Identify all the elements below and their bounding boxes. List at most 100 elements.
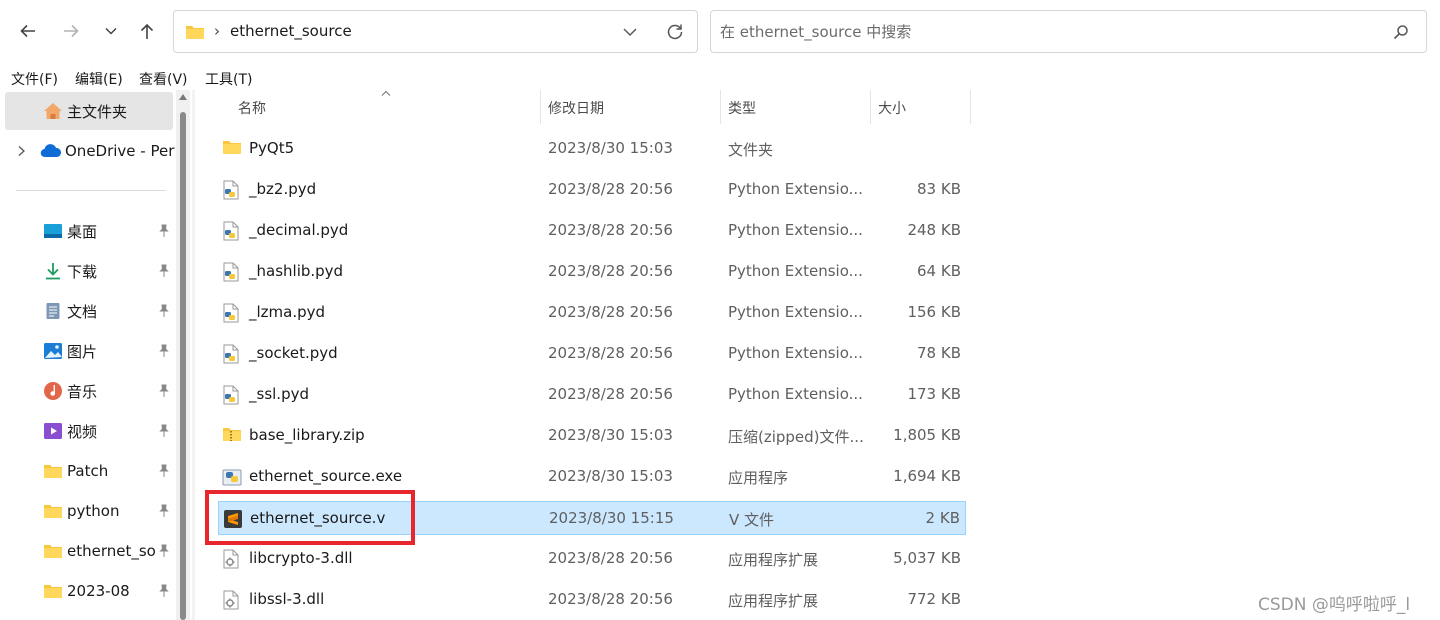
search-input[interactable]: [720, 22, 1360, 42]
menu-edit[interactable]: 编辑(E): [75, 69, 123, 89]
folder-icon: [42, 501, 64, 521]
pane-splitter[interactable]: [192, 90, 195, 620]
file-row[interactable]: _bz2.pyd 2023/8/28 20:56 Python Extensio..…: [218, 173, 966, 207]
file-name: _bz2.pyd: [249, 180, 317, 198]
file-modified-date: 2023/8/28 20:56: [548, 385, 673, 403]
nav-item-onedrive[interactable]: OneDrive - Per: [14, 131, 174, 171]
file-size: 2 KB: [925, 509, 960, 527]
arrow-right-icon: [64, 24, 79, 38]
file-row[interactable]: PyQt5 2023/8/30 15:03 文件夹: [218, 132, 966, 166]
file-size: 1,694 KB: [893, 467, 961, 485]
file-name: libssl-3.dll: [249, 590, 325, 608]
file-type: 应用程序扩展: [728, 551, 819, 569]
breadcrumb-current[interactable]: ethernet_source: [230, 22, 352, 40]
nav-item-videos[interactable]: 视频: [42, 411, 97, 451]
file-modified-date: 2023/8/30 15:03: [548, 139, 673, 157]
file-row[interactable]: libcrypto-3.dll 2023/8/28 20:56 应用程序扩展 5,03…: [218, 542, 966, 576]
column-header-row: 名称 修改日期 类型 大小: [196, 90, 976, 124]
refresh-icon[interactable]: [665, 22, 685, 42]
breadcrumb-separator: ›: [214, 22, 220, 40]
column-header-date[interactable]: 修改日期: [548, 98, 604, 118]
column-divider[interactable]: [540, 90, 541, 124]
nav-item-desktop[interactable]: 桌面: [42, 211, 97, 251]
file-row[interactable]: base_library.zip 2023/8/30 15:03 压缩(zipped…: [218, 419, 966, 453]
python-file-icon: [222, 262, 242, 282]
file-row[interactable]: _socket.pyd 2023/8/28 20:56 Python Extensi…: [218, 337, 966, 371]
up-button[interactable]: [132, 16, 162, 46]
home-icon: [42, 101, 64, 121]
file-row[interactable]: _decimal.pyd 2023/8/28 20:56 Python Extens…: [218, 214, 966, 248]
file-row[interactable]: ethernet_source.exe 2023/8/30 15:03 应用程序 1,…: [218, 460, 966, 494]
nav-item-home[interactable]: 主文件夹: [42, 91, 127, 131]
file-row[interactable]: _hashlib.pyd 2023/8/28 20:56 Python Extens…: [218, 255, 966, 289]
nav-item-2023-08[interactable]: 2023-08: [42, 571, 130, 611]
pin-icon[interactable]: [157, 304, 171, 318]
nav-item-ethernet-source[interactable]: ethernet_so: [42, 531, 156, 571]
file-type: 文件夹: [728, 141, 774, 159]
nav-item-downloads[interactable]: 下载: [42, 251, 97, 291]
zip-folder-icon: [222, 426, 242, 446]
file-name: _hashlib.pyd: [249, 262, 344, 280]
dll-icon: [222, 549, 242, 569]
file-size: 772 KB: [907, 590, 961, 608]
python-file-icon: [222, 180, 242, 200]
pin-icon[interactable]: [157, 264, 171, 278]
menu-tools[interactable]: 工具(T): [205, 69, 252, 89]
pin-icon[interactable]: [157, 424, 171, 438]
nav-item-patch[interactable]: Patch: [42, 451, 108, 491]
file-type: Python Extensio...: [728, 262, 863, 280]
file-row[interactable]: _lzma.pyd 2023/8/28 20:56 Python Extensio.…: [218, 296, 966, 330]
file-type: 压缩(zipped)文件...: [728, 428, 864, 446]
file-row[interactable]: _ssl.pyd 2023/8/28 20:56 Python Extensio..…: [218, 378, 966, 412]
chevron-right-icon[interactable]: [14, 144, 28, 158]
pin-icon[interactable]: [157, 584, 171, 598]
nav-scrollbar[interactable]: [176, 90, 190, 620]
toolbar: › ethernet_source: [0, 0, 1440, 64]
column-divider[interactable]: [970, 90, 971, 124]
menu-view[interactable]: 查看(V): [139, 69, 188, 89]
address-bar[interactable]: › ethernet_source: [173, 10, 698, 53]
pin-icon[interactable]: [157, 384, 171, 398]
file-name: _lzma.pyd: [249, 303, 326, 321]
nav-item-documents[interactable]: 文档: [42, 291, 97, 331]
nav-item-music[interactable]: 音乐: [42, 371, 97, 411]
arrow-left-icon: [20, 24, 35, 38]
back-button[interactable]: [13, 16, 43, 46]
file-row[interactable]: libssl-3.dll 2023/8/28 20:56 应用程序扩展 772 KB: [218, 583, 966, 617]
pin-icon[interactable]: [157, 504, 171, 518]
pin-icon[interactable]: [157, 464, 171, 478]
file-modified-date: 2023/8/28 20:56: [548, 303, 673, 321]
file-modified-date: 2023/8/30 15:03: [548, 467, 673, 485]
file-modified-date: 2023/8/28 20:56: [548, 590, 673, 608]
nav-scrollbar-thumb[interactable]: [180, 112, 186, 620]
file-name: libcrypto-3.dll: [249, 549, 353, 567]
column-header-size[interactable]: 大小: [878, 98, 906, 118]
pin-icon[interactable]: [157, 344, 171, 358]
scroll-up-arrow-icon[interactable]: [179, 94, 187, 100]
recent-locations-button[interactable]: [96, 16, 126, 46]
file-size: 173 KB: [907, 385, 961, 403]
file-size: 78 KB: [917, 344, 961, 362]
column-header-name[interactable]: 名称: [238, 98, 266, 118]
column-divider[interactable]: [720, 90, 721, 124]
python-file-icon: [222, 221, 242, 241]
nav-item-python[interactable]: python: [42, 491, 119, 531]
column-header-type[interactable]: 类型: [728, 98, 756, 118]
menu-file[interactable]: 文件(F): [11, 69, 58, 89]
file-size: 5,037 KB: [893, 549, 961, 567]
download-icon: [42, 261, 64, 281]
address-history-chevron-icon[interactable]: [622, 25, 638, 39]
music-icon: [42, 381, 64, 401]
file-modified-date: 2023/8/30 15:03: [548, 426, 673, 444]
exe-icon: [222, 467, 242, 487]
nav-item-pictures[interactable]: 图片: [42, 331, 97, 371]
python-file-icon: [222, 385, 242, 405]
pin-icon[interactable]: [157, 544, 171, 558]
pin-icon[interactable]: [157, 224, 171, 238]
search-box[interactable]: [710, 10, 1427, 53]
column-divider[interactable]: [870, 90, 871, 124]
forward-button[interactable]: [56, 16, 86, 46]
picture-icon: [42, 341, 64, 361]
file-name: ethernet_source.exe: [249, 467, 403, 485]
search-icon[interactable]: [1393, 24, 1409, 40]
